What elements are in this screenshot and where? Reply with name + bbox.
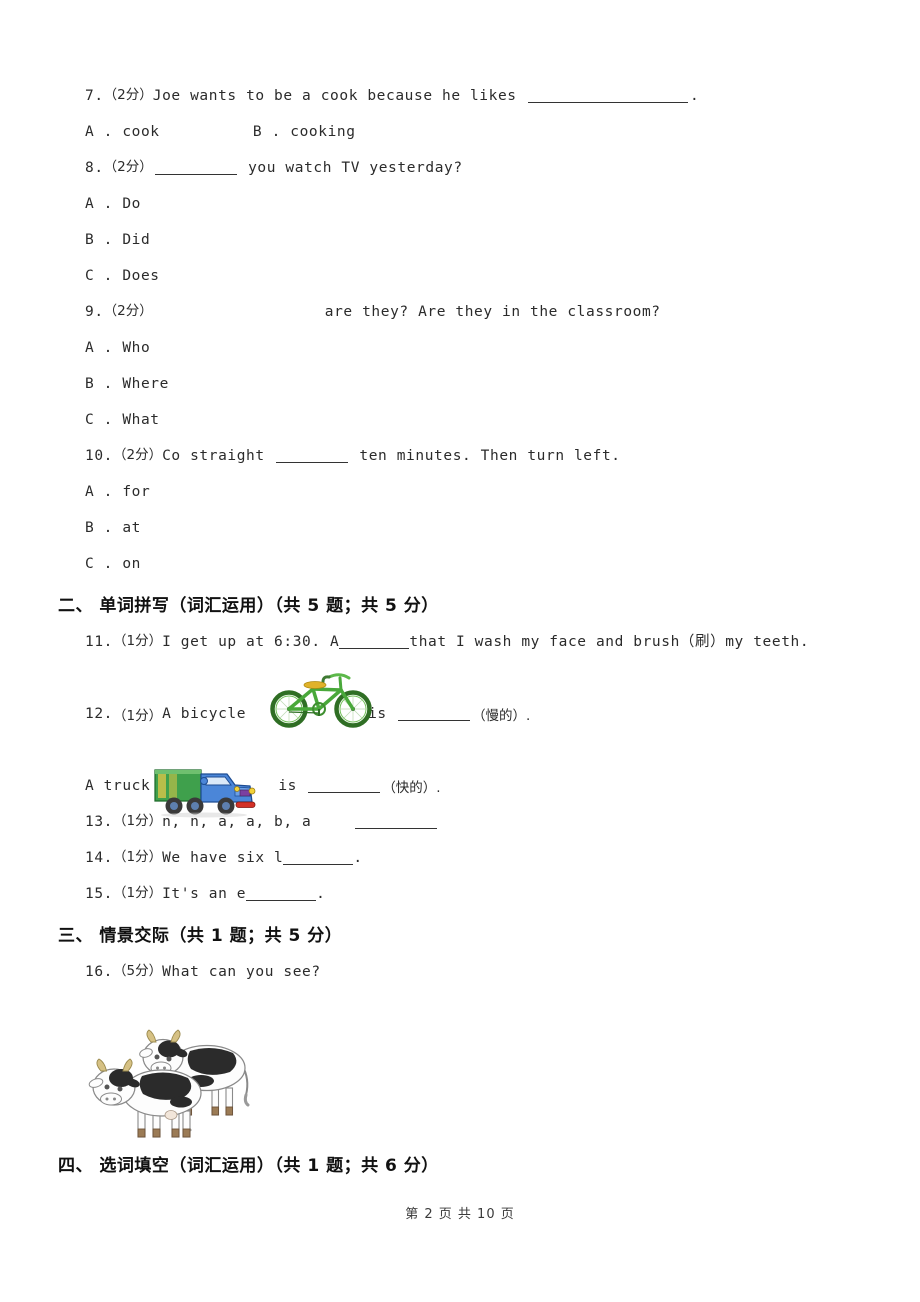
question-11-stem: 11. （1分） I get up at 6:30. A that I wash my… [85, 624, 920, 660]
section-4-heading: 四、 选词填空（词汇运用）（共 1 题；共 6 分） [58, 1155, 439, 1176]
question-12-stem: 12. （1分） A bicycle is （慢的）. [85, 696, 920, 732]
question-15-number: 15. [85, 885, 113, 902]
question-15-text-before: It's an e [162, 885, 247, 902]
exam-page: 7. （2分） Joe wants to be a cook because he … [0, 0, 920, 1302]
question-10-text-before: Co straight [162, 447, 275, 464]
question-9-stem: 9. （2分） are they? Are they in the classroo… [85, 294, 920, 330]
question-16-number: 16. [85, 963, 113, 980]
question-10-stem: 10. （2分） Co straight ten minutes. Then tur… [85, 438, 920, 474]
two-cows-illustration [83, 1013, 268, 1141]
question-8-option-b[interactable]: B . Did [85, 222, 920, 258]
question-12-line2-before: A truck [85, 778, 151, 794]
question-8-option-a[interactable]: A . Do [85, 186, 920, 222]
question-14-points: （1分） [113, 849, 163, 866]
question-10-option-b[interactable]: B . at [85, 510, 920, 546]
question-11-number: 11. [85, 633, 113, 650]
question-12-line2-mid: is [278, 778, 307, 794]
question-15-answer-blank[interactable] [246, 887, 317, 902]
question-12-points: （1分） [113, 708, 163, 724]
question-11-points: （1分） [113, 633, 163, 650]
question-7-answer-blank[interactable] [527, 89, 688, 104]
question-12-answer-blank[interactable] [398, 707, 471, 722]
question-10-text-after: ten minutes. Then turn left. [350, 447, 621, 464]
bicycle-illustration [265, 667, 380, 729]
question-16-stem: 16. （5分） What can you see? [85, 954, 920, 990]
question-9-points: （2分） [103, 303, 153, 320]
question-10-option-a[interactable]: A . for [85, 474, 920, 510]
question-15-points: （1分） [113, 885, 163, 902]
question-16-points: （5分） [113, 963, 163, 980]
truck-image-spacer [0, 732, 920, 768]
question-10-option-c[interactable]: C . on [85, 546, 920, 582]
question-12-number: 12. [85, 706, 113, 722]
question-10-number: 10. [85, 447, 113, 464]
question-12-line2-after: （快的）. [382, 780, 441, 796]
question-11-text-after: that I wash my face and brush（刷）my teeth… [409, 633, 810, 650]
question-16-text: What can you see? [162, 963, 321, 980]
question-14-text-after: . [353, 849, 363, 866]
question-10-answer-blank[interactable] [276, 449, 349, 464]
question-8-answer-blank[interactable] [154, 161, 237, 176]
question-8-text-after: you watch TV yesterday? [238, 159, 463, 176]
question-11-answer-blank[interactable] [339, 635, 410, 650]
question-7-points: （2分） [103, 87, 153, 104]
question-12-line2-answer-blank[interactable] [308, 779, 381, 794]
question-7-options[interactable]: A . cook B . cooking [85, 114, 920, 150]
truck-illustration [152, 761, 260, 823]
question-15-stem: 15. （1分） It's an e. [85, 876, 920, 912]
question-14-stem: 14. （1分） We have six l. [85, 840, 920, 876]
question-9-option-b[interactable]: B . Where [85, 366, 920, 402]
question-13-answer-blank[interactable] [355, 815, 438, 830]
question-14-answer-blank[interactable] [283, 851, 354, 866]
page-footer: 第 2 页 共 10 页 [405, 1207, 515, 1222]
question-7-stem: 7. （2分） Joe wants to be a cook because he … [85, 78, 920, 114]
question-9-text-after: are they? Are they in the classroom? [324, 303, 661, 320]
question-7-text-after: . [689, 87, 700, 104]
question-7-text-before: Joe wants to be a cook because he likes [152, 87, 526, 104]
question-13-number: 13. [85, 813, 113, 830]
question-15-text-after: . [316, 885, 326, 902]
section-3-heading: 三、 情景交际（共 1 题；共 5 分） [58, 925, 343, 946]
question-9-number: 9. [85, 303, 104, 320]
question-8-stem: 8. （2分） you watch TV yesterday? [85, 150, 920, 186]
question-8-option-c[interactable]: C . Does [85, 258, 920, 294]
question-10-points: （2分） [113, 447, 163, 464]
question-14-number: 14. [85, 849, 113, 866]
question-8-number: 8. [85, 159, 104, 176]
question-14-text-before: We have six l [162, 849, 284, 866]
question-12-text-after: （慢的）. [472, 708, 531, 724]
question-9-option-c[interactable]: C . What [85, 402, 920, 438]
question-12-text-before: A bicycle [162, 706, 247, 722]
question-9-option-a[interactable]: A . Who [85, 330, 920, 366]
bicycle-image-spacer [0, 660, 920, 696]
question-7-number: 7. [85, 87, 104, 104]
question-11-text-before: I get up at 6:30. A [162, 633, 340, 650]
section-2-heading: 二、 单词拼写（词汇运用）（共 5 题；共 5 分） [58, 595, 439, 616]
question-8-points: （2分） [103, 159, 153, 176]
